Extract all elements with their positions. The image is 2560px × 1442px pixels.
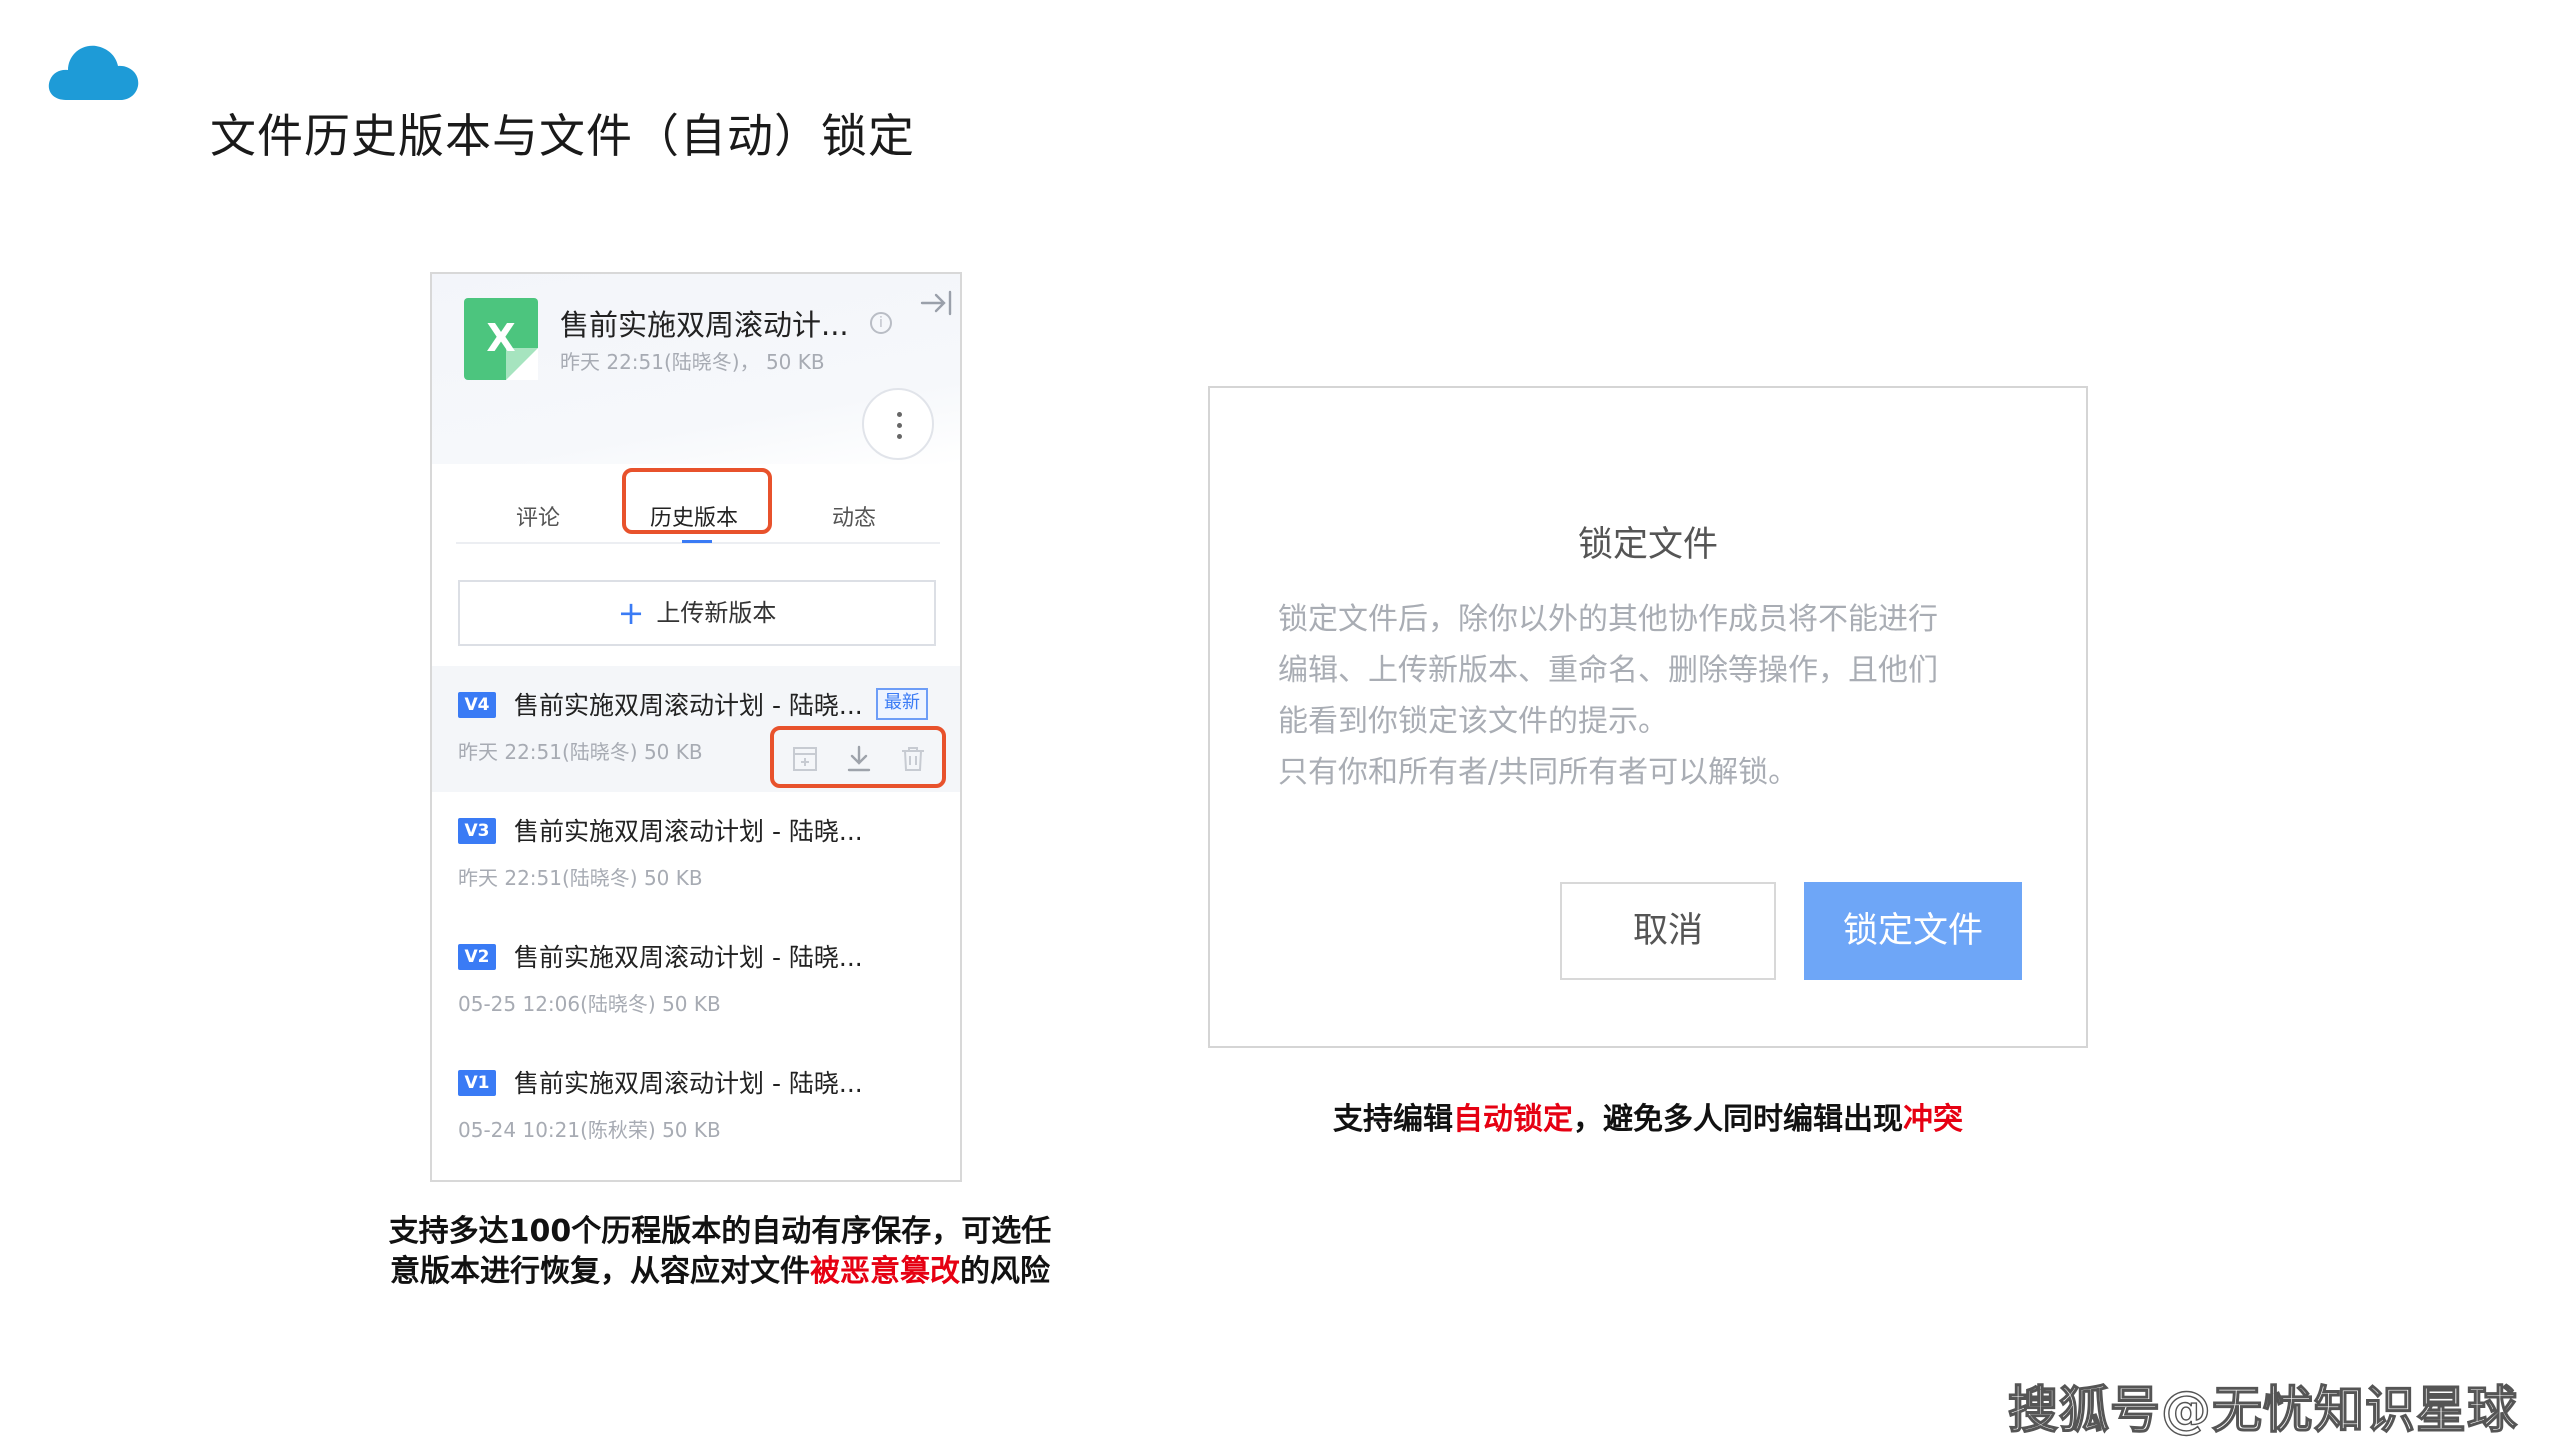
lock-file-dialog: 锁定文件 锁定文件后，除你以外的其他协作成员将不能进行 编辑、上传新版本、重命名… bbox=[1208, 386, 2088, 1048]
cloud-logo-icon bbox=[48, 45, 139, 100]
version-row[interactable]: V1 售前实施双周滚动计划 - 陆晓... 05-24 10:21(陈秋荣) 5… bbox=[432, 1044, 960, 1170]
version-meta: 05-25 12:06(陆晓冬) 50 KB bbox=[458, 992, 721, 1016]
file-meta: 昨天 22:51(陆晓冬)， 50 KB bbox=[560, 350, 825, 374]
version-badge: V1 bbox=[458, 1070, 496, 1096]
caption-version-history: 支持多达100个历程版本的自动有序保存，可选任 意版本进行恢复，从容应对文件被恶… bbox=[388, 1214, 1052, 1289]
delete-icon[interactable] bbox=[898, 744, 928, 774]
version-history-panel: X 售前实施双周滚动计... i 昨天 22:51(陆晓冬)， 50 KB 评论… bbox=[430, 272, 962, 1182]
tab-activity[interactable]: 动态 bbox=[832, 500, 876, 532]
tab-highlight-box bbox=[622, 468, 772, 534]
version-name: 售前实施双周滚动计划 - 陆晓... bbox=[514, 943, 863, 972]
watermark: 搜狐号@无忧知识星球 bbox=[2007, 1380, 2518, 1439]
cancel-button[interactable]: 取消 bbox=[1560, 882, 1776, 980]
caption-auto-lock: 支持编辑自动锁定，避免多人同时编辑出现冲突 bbox=[1333, 1102, 1963, 1137]
slide-title: 文件历史版本与文件（自动）锁定 bbox=[210, 109, 915, 163]
version-row[interactable]: V4 售前实施双周滚动计划 - 陆晓... 最新 昨天 22:51(陆晓冬) 5… bbox=[432, 666, 960, 792]
dialog-message: 锁定文件后，除你以外的其他协作成员将不能进行 编辑、上传新版本、重命名、删除等操… bbox=[1278, 602, 1938, 790]
version-meta: 昨天 22:51(陆晓冬) 50 KB bbox=[458, 740, 703, 764]
version-meta: 昨天 22:51(陆晓冬) 50 KB bbox=[458, 866, 703, 890]
plus-icon: + bbox=[617, 594, 645, 632]
version-badge: V3 bbox=[458, 818, 496, 844]
version-row[interactable]: V2 售前实施双周滚动计划 - 陆晓... 05-25 12:06(陆晓冬) 5… bbox=[432, 918, 960, 1044]
file-name: 售前实施双周滚动计... bbox=[560, 308, 849, 342]
lock-file-button[interactable]: 锁定文件 bbox=[1804, 882, 2022, 980]
latest-tag: 最新 bbox=[876, 688, 928, 720]
tab-comments[interactable]: 评论 bbox=[516, 500, 560, 532]
version-name: 售前实施双周滚动计划 - 陆晓... bbox=[514, 691, 863, 720]
version-name: 售前实施双周滚动计划 - 陆晓... bbox=[514, 817, 863, 846]
active-tab-indicator bbox=[682, 540, 712, 543]
excel-file-icon: X bbox=[464, 298, 538, 380]
more-options-button[interactable] bbox=[862, 388, 934, 460]
version-badge: V4 bbox=[458, 692, 496, 718]
download-icon[interactable] bbox=[844, 744, 874, 774]
version-row[interactable]: V3 售前实施双周滚动计划 - 陆晓... 昨天 22:51(陆晓冬) 50 K… bbox=[432, 792, 960, 918]
dialog-title: 锁定文件 bbox=[1577, 525, 1718, 565]
collapse-panel-icon[interactable] bbox=[920, 288, 954, 318]
version-name: 售前实施双周滚动计划 - 陆晓... bbox=[514, 1069, 863, 1098]
restore-icon[interactable] bbox=[790, 744, 820, 774]
version-meta: 05-24 10:21(陈秋荣) 50 KB bbox=[458, 1118, 721, 1142]
version-badge: V2 bbox=[458, 944, 496, 970]
info-icon[interactable]: i bbox=[870, 312, 892, 334]
upload-new-version-button[interactable]: + 上传新版本 bbox=[458, 580, 936, 646]
caption-emphasis: 被恶意篡改 bbox=[810, 1254, 960, 1289]
row-actions-highlight bbox=[770, 726, 946, 788]
